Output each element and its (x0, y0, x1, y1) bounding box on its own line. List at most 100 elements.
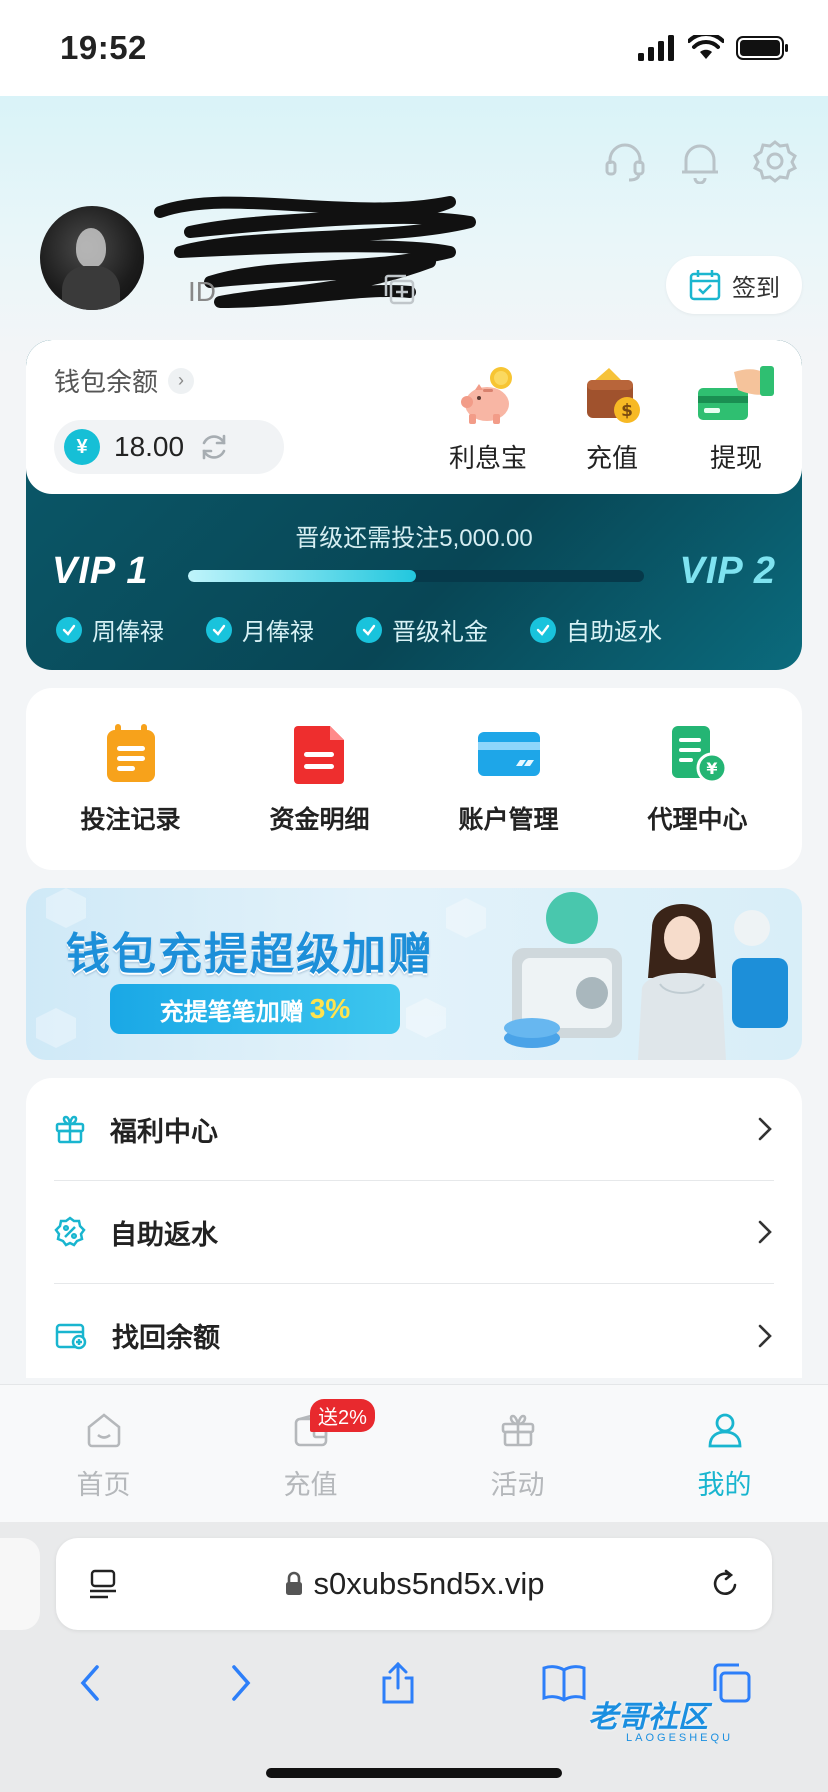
wifi-icon (688, 35, 724, 59)
address-bar[interactable]: s0xubs5nd5x.vip (56, 1538, 772, 1630)
deposit-bonus-badge: 送2% (310, 1399, 375, 1432)
vip-perk-item: 晋级礼金 (356, 612, 488, 647)
svg-text:$: $ (621, 401, 633, 421)
back-arrow-icon[interactable] (75, 1661, 105, 1705)
vip-perk-label: 自助返水 (566, 619, 662, 646)
account-management-label: 账户管理 (458, 806, 559, 834)
balance-pill: ¥ 18.00 (54, 420, 284, 474)
vip-perk-item: 周俸禄 (56, 612, 164, 647)
check-circle-icon (56, 616, 82, 643)
gift-icon (501, 1414, 534, 1447)
rebate-icon (54, 1216, 86, 1247)
vip-perk-item: 月俸禄 (206, 612, 314, 647)
vip-progress-bar (188, 570, 644, 582)
bet-records-button[interactable]: 投注记录 (51, 722, 211, 836)
bottom-tab-bar: 首页 充值 活动 我的 送2% (0, 1384, 828, 1522)
signal-icon (638, 35, 674, 61)
url-display[interactable]: s0xubs5nd5x.vip (120, 1566, 708, 1602)
settings-gear-icon[interactable] (752, 138, 798, 184)
vip-progress-text: 晋级还需投注5,000.00 (295, 525, 533, 552)
agent-center-button[interactable]: ¥ 代理中心 (618, 722, 778, 836)
check-circle-icon (206, 616, 232, 643)
list-item-label: 找回余额 (112, 1323, 220, 1353)
gift-icon (55, 1115, 85, 1144)
banner-subtitle-text: 充提笔笔加赠 (159, 998, 304, 1026)
wallet-title[interactable]: 钱包余额 › (54, 362, 195, 399)
wallet-title-label: 钱包余额 (54, 367, 159, 397)
chevron-right-icon (758, 1324, 772, 1347)
deposit-button[interactable]: $ 充值 (570, 364, 654, 475)
interest-treasure-button[interactable]: 利息宝 (446, 364, 530, 475)
list-item-recover-balance[interactable]: 找回余额 (54, 1284, 774, 1387)
tab-home[interactable]: 首页 (0, 1385, 207, 1522)
fund-details-label: 资金明细 (269, 806, 370, 834)
battery-icon (736, 36, 788, 60)
chevron-right-icon: › (168, 367, 195, 394)
promo-banner[interactable]: 钱包充提超级加赠 充提笔笔加赠 3% (26, 888, 802, 1060)
wallet-section: 钱包余额 › ¥ 18.00 利息宝 $ 充值 提现 (26, 340, 802, 494)
check-circle-icon (356, 616, 382, 643)
list-item-label: 自助返水 (110, 1219, 218, 1250)
tab-mine[interactable]: 我的 (621, 1385, 828, 1522)
bet-records-label: 投注记录 (80, 806, 181, 834)
status-bar: 19:52 (0, 0, 828, 96)
browser-chrome: s0xubs5nd5x.vip 老哥社区 LAOGESHEQU (0, 1522, 828, 1792)
agent-doc-icon: ¥ (671, 726, 727, 784)
bookmarks-icon[interactable] (540, 1662, 588, 1704)
watermark-logo: 老哥社区 (588, 1701, 708, 1734)
tab-activity[interactable]: 活动 (414, 1385, 621, 1522)
card-withdraw-icon (698, 366, 774, 420)
tab-deposit[interactable]: 充值 (207, 1385, 414, 1522)
profile-header: ID 签到 (0, 96, 828, 356)
list-item-welfare-center[interactable]: 福利中心 (54, 1078, 774, 1181)
customer-service-icon[interactable] (602, 138, 648, 184)
checkin-label: 签到 (732, 274, 780, 302)
tab-label: 首页 (76, 1470, 131, 1500)
watermark-subtitle: LAOGESHEQU (626, 1732, 734, 1744)
card-icon (477, 732, 540, 776)
list-item-self-rebate[interactable]: 自助返水 (54, 1181, 774, 1284)
banner-subtitle: 充提笔笔加赠 3% (110, 984, 400, 1034)
wallet-actions: 利息宝 $ 充值 提现 (446, 364, 778, 475)
vip-perk-item: 自助返水 (530, 612, 662, 647)
vip-perks: 周俸禄 月俸禄 晋级礼金 自助返水 (56, 612, 680, 647)
piggy-bank-icon (461, 367, 512, 424)
fund-details-button[interactable]: 资金明细 (240, 722, 400, 836)
forward-arrow-icon[interactable] (226, 1661, 256, 1705)
account-management-button[interactable]: 账户管理 (429, 722, 589, 836)
share-icon[interactable] (378, 1660, 418, 1706)
home-icon (87, 1413, 120, 1448)
checkin-button[interactable]: 签到 (666, 256, 802, 314)
header-actions (602, 138, 798, 184)
url-text: s0xubs5nd5x.vip (313, 1566, 545, 1601)
notification-bell-icon[interactable] (678, 138, 722, 184)
reload-icon[interactable] (708, 1567, 742, 1601)
wallet-vip-card: 钱包余额 › ¥ 18.00 利息宝 $ 充值 提现 晋级还需投注5,000.0… (26, 340, 802, 670)
previous-tab-preview[interactable] (0, 1538, 40, 1630)
svg-text:¥: ¥ (706, 759, 717, 778)
copy-icon[interactable] (382, 272, 416, 306)
yen-icon: ¥ (64, 429, 100, 465)
avatar[interactable] (40, 206, 144, 310)
withdraw-button[interactable]: 提现 (694, 364, 778, 475)
list-item-label: 福利中心 (110, 1116, 218, 1147)
banner-title: 钱包充提超级加赠 (66, 930, 434, 979)
user-icon (708, 1413, 741, 1448)
feature-list: 福利中心 自助返水 找回余额 (26, 1078, 802, 1378)
tab-label: 我的 (697, 1470, 752, 1500)
wallet-coin-icon: $ (587, 368, 640, 423)
clipboard-icon (106, 724, 155, 782)
balance-value: 18.00 (114, 431, 185, 462)
refresh-icon[interactable] (198, 431, 230, 463)
page-menu-icon[interactable] (86, 1567, 120, 1601)
vip-perk-label: 晋级礼金 (392, 619, 488, 646)
chevron-right-icon (758, 1117, 772, 1141)
vip-perk-label: 周俸禄 (92, 619, 164, 646)
tabs-icon[interactable] (709, 1661, 753, 1705)
lock-icon (285, 1571, 302, 1595)
tab-label: 活动 (490, 1470, 545, 1500)
vip-perk-label: 月俸禄 (242, 619, 314, 646)
interest-treasure-label: 利息宝 (448, 443, 527, 473)
deposit-label: 充值 (585, 443, 638, 473)
check-circle-icon (530, 616, 556, 643)
